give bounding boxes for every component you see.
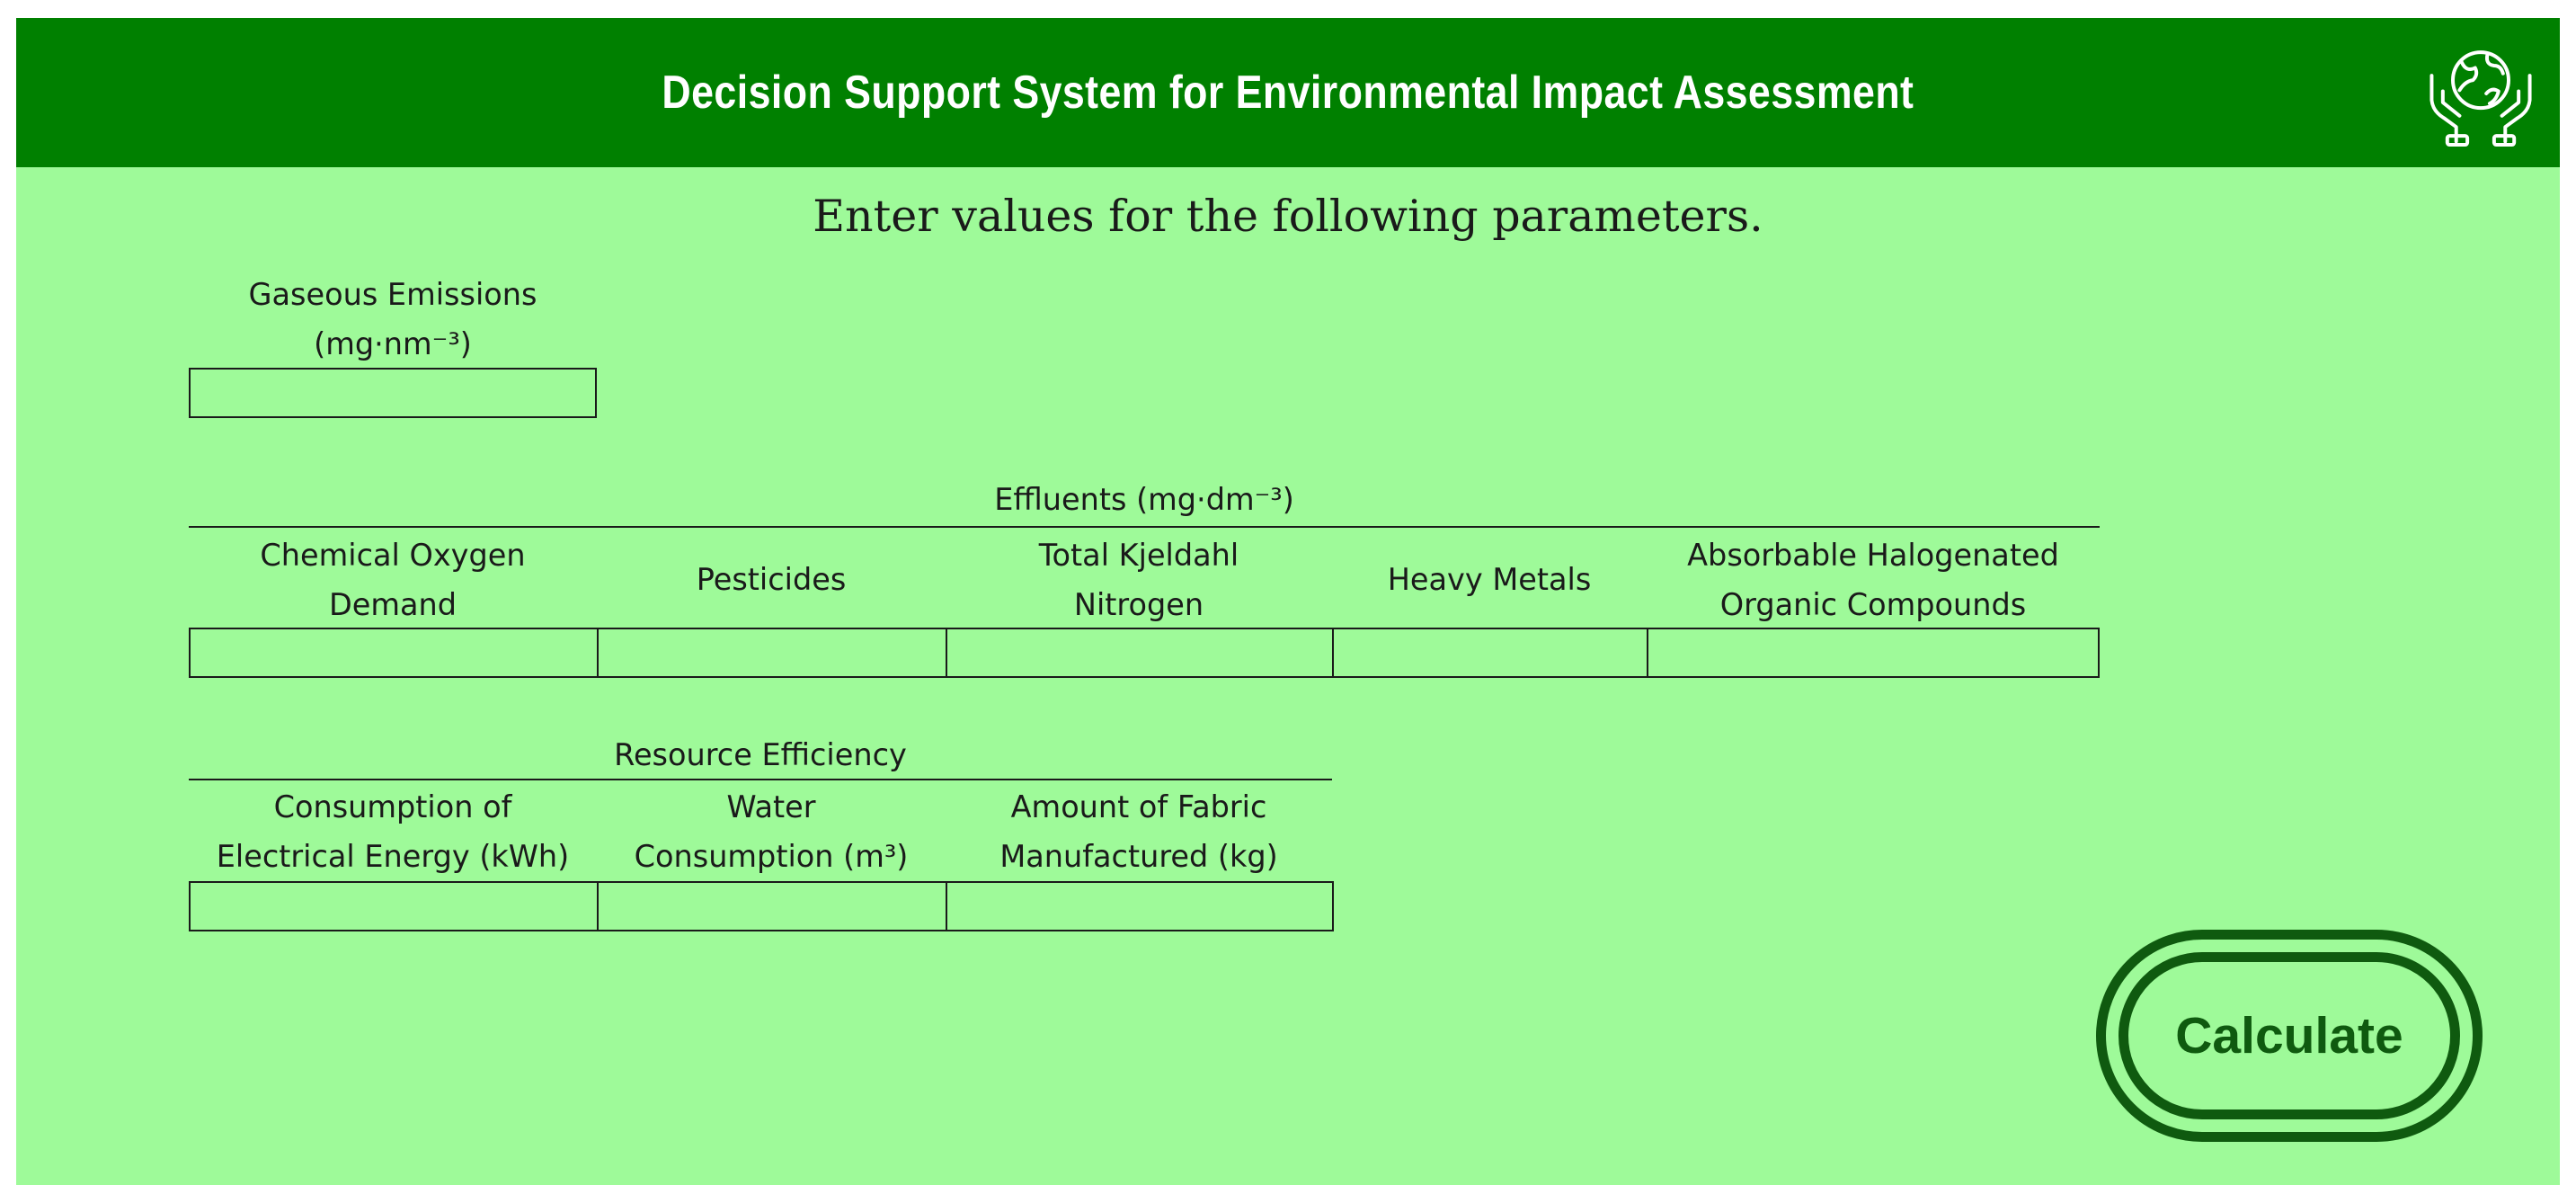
aox-label-line1: Absorbable Halogenated	[1687, 538, 2059, 573]
calculate-button-inner-ring: Calculate	[2119, 952, 2460, 1119]
cod-label-line2: Demand	[328, 587, 457, 622]
header-bar: Decision Support System for Environmenta…	[16, 18, 2560, 167]
calculate-button[interactable]: Calculate	[2096, 930, 2483, 1142]
electrical-energy-label-line1: Consumption of	[273, 789, 512, 824]
cod-input[interactable]	[189, 628, 599, 678]
fabric-amount-label-line2: Manufactured (kg)	[999, 839, 1278, 874]
resource-efficiency-title: Resource Efficiency	[614, 737, 907, 772]
page-title: Decision Support System for Environmenta…	[662, 67, 1914, 119]
water-consumption-input[interactable]	[597, 881, 947, 931]
aox-input[interactable]	[1647, 628, 2100, 678]
resource-efficiency-divider	[189, 779, 1332, 780]
tkn-label-line1: Total Kjeldahl	[1038, 538, 1239, 573]
electrical-energy-label-line2: Electrical Energy (kWh)	[216, 839, 570, 874]
heavy-metals-input[interactable]	[1332, 628, 1648, 678]
effluents-divider	[189, 526, 2100, 528]
gaseous-emissions-label: Gaseous Emissions	[248, 277, 537, 312]
pesticides-label: Pesticides	[696, 562, 847, 597]
pesticides-input[interactable]	[597, 628, 947, 678]
aox-label-line2: Organic Compounds	[1719, 587, 2027, 622]
instructions-text: Enter values for the following parameter…	[813, 191, 1763, 242]
cod-label-line1: Chemical Oxygen	[260, 538, 526, 573]
tkn-label-line2: Nitrogen	[1073, 587, 1204, 622]
heavy-metals-label: Heavy Metals	[1387, 562, 1592, 597]
gaseous-emissions-input[interactable]	[189, 368, 597, 418]
globe-in-hands-icon	[2429, 50, 2532, 147]
app-panel: Decision Support System for Environmenta…	[16, 18, 2560, 1185]
fabric-amount-input[interactable]	[946, 881, 1334, 931]
water-consumption-label-line1: Water	[726, 789, 816, 824]
fabric-amount-label-line1: Amount of Fabric	[1010, 789, 1267, 824]
calculate-button-label: Calculate	[2175, 1007, 2403, 1065]
effluents-section-title: Effluents (mg·dm⁻³)	[994, 482, 1294, 517]
water-consumption-label-line2: Consumption (m³)	[634, 839, 909, 874]
gaseous-emissions-unit: (mg·nm⁻³)	[314, 326, 472, 361]
electrical-energy-input[interactable]	[189, 881, 599, 931]
tkn-input[interactable]	[946, 628, 1334, 678]
